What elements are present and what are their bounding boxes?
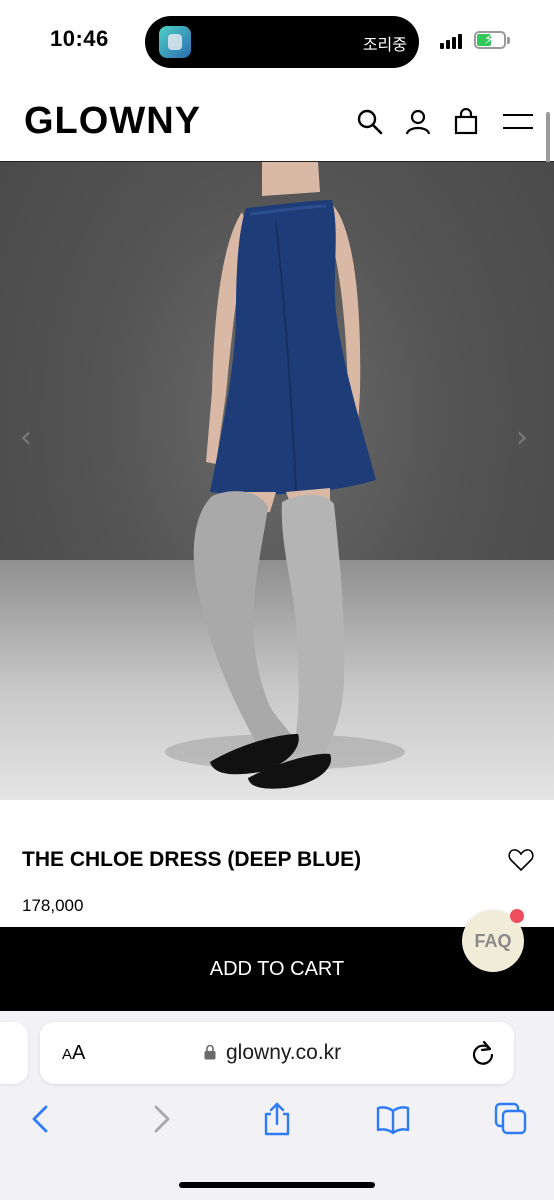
product-photo [165,162,405,789]
site-logo[interactable]: GLOWNY [24,100,201,143]
site-header: GLOWNY [0,80,554,162]
lock-icon [204,1044,216,1060]
carousel-prev-arrow-icon[interactable]: ‹ [20,420,32,455]
address-bar[interactable]: AA glowny.co.kr [40,1022,514,1084]
live-activity-text: 조리중 [362,35,407,54]
product-price: 178,000 [22,896,84,915]
app-icon [159,26,191,58]
notification-badge [510,909,524,923]
reload-icon[interactable] [470,1039,496,1067]
url-text: glowny.co.kr [226,1041,342,1064]
cart-bag-icon[interactable] [452,108,480,136]
previous-tab-preview[interactable] [0,1022,28,1084]
forward-chevron-icon[interactable] [144,1102,178,1136]
charging-bolt-icon: ⚡ [484,32,494,48]
back-chevron-icon[interactable] [24,1102,58,1136]
product-image-carousel[interactable]: ‹ › [0,162,554,800]
status-time: 10:46 [50,26,109,51]
battery-icon: ⚡ [474,31,510,49]
status-bar: 10:46 조리중 ⚡ [0,0,554,80]
account-icon[interactable] [404,108,432,136]
carousel-next-arrow-icon[interactable]: › [516,420,528,455]
cellular-signal-icon [440,33,466,49]
heart-wishlist-icon[interactable] [508,848,534,872]
tabs-icon[interactable] [494,1102,528,1136]
product-title: THE CHLOE DRESS (DEEP BLUE) [22,848,362,871]
menu-icon[interactable] [502,108,534,136]
text-size-button[interactable]: AA [62,1042,85,1065]
home-indicator[interactable] [179,1182,375,1188]
share-icon[interactable] [260,1102,294,1136]
bookmarks-icon[interactable] [376,1102,410,1136]
dynamic-island[interactable]: 조리중 [145,16,419,68]
search-icon[interactable] [356,108,384,136]
